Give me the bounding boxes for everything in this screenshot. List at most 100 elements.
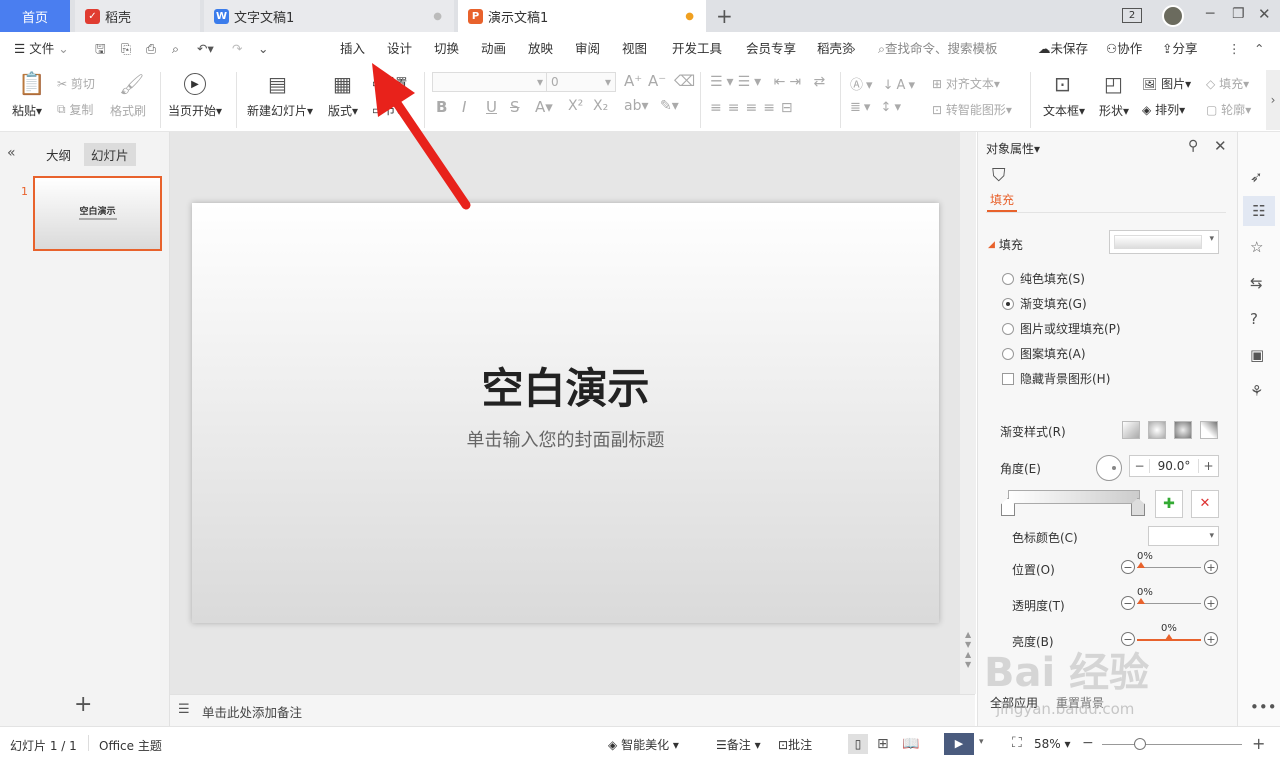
copy-button[interactable]: ⧉ 复制 (57, 101, 93, 118)
radio-pattern[interactable] (1002, 347, 1014, 360)
undo-icon[interactable]: ↶▾ (197, 40, 214, 58)
transparency-minus[interactable]: − (1121, 596, 1135, 610)
collab-button[interactable]: ⚇协作 (1106, 40, 1142, 58)
paste-button[interactable]: 粘贴 ▾ (12, 102, 42, 119)
menu-tab-developer[interactable]: 开发工具 (672, 40, 722, 58)
menu-tab-view[interactable]: 视图 (622, 40, 647, 58)
angle-increment[interactable]: + (1198, 459, 1218, 473)
format-painter-button[interactable]: 格式刷 (110, 102, 146, 119)
picture-button[interactable]: 🖼 图片 ▾ (1142, 75, 1191, 92)
font-grow-icon[interactable]: A⁺ (624, 72, 642, 90)
beautify-button[interactable]: ◈ 智能美化 ▾ (608, 736, 679, 753)
new-tab-button[interactable]: + (716, 4, 733, 28)
angle-dial[interactable] (1096, 455, 1122, 481)
pattern-fill-option[interactable]: 图案填充(A) (1002, 345, 1086, 362)
subscript-icon[interactable]: X₂ (593, 98, 608, 114)
superscript-icon[interactable]: X² (568, 98, 583, 114)
panel-header[interactable]: 对象属性 ▾ (986, 140, 1040, 157)
hide-bg-checkbox[interactable] (1002, 372, 1014, 385)
vertical-scrollbar[interactable]: ▲ ▼ ▲ ▼ (960, 132, 976, 694)
slide-thumbnail[interactable]: 空白演示 (33, 176, 162, 251)
gradient-style-path[interactable] (1200, 421, 1218, 439)
export-icon[interactable]: ⎘ (121, 40, 131, 58)
paste-icon[interactable]: 📋 (18, 72, 45, 97)
image-tool-icon[interactable]: ▣ (1250, 346, 1264, 364)
shape-button[interactable]: 形状 ▾ (1099, 102, 1129, 119)
position-slider[interactable]: − 0% + (1121, 551, 1219, 576)
list-icons[interactable]: ☰▾☰▾ ⇤⇥ ⇄ (710, 74, 829, 90)
print-icon[interactable]: ⎙ (146, 40, 156, 58)
zoom-in-icon[interactable]: + (1252, 734, 1265, 753)
gradient-style-linear[interactable] (1122, 421, 1140, 439)
underline-icon[interactable]: U (486, 98, 497, 116)
theme-name[interactable]: Office 主题 (99, 737, 162, 754)
notes-bar[interactable]: ☰ 单击此处添加备注 (170, 694, 975, 726)
cut-button[interactable]: ✂ 剪切 (57, 75, 95, 92)
bulb-icon[interactable]: ⚘ (1250, 382, 1263, 400)
fill-button[interactable]: ◇ 填充 ▾ (1206, 75, 1249, 92)
font-shrink-icon[interactable]: A⁻ (648, 72, 666, 90)
fill-tab[interactable]: 填充 (990, 191, 1014, 208)
outline-button[interactable]: ▢ 轮廓 ▾ (1206, 101, 1251, 118)
position-thumb[interactable] (1137, 562, 1145, 568)
add-stop-icon[interactable]: ✚ (1155, 490, 1183, 518)
stop-color-select[interactable]: ▾ (1148, 526, 1219, 546)
highlight-icon[interactable]: ✎▾ (660, 98, 679, 114)
normal-view-icon[interactable]: ▯ (848, 734, 868, 754)
tab-daoke[interactable]: ✓ 稻壳 (75, 0, 200, 32)
fill-preview-select[interactable]: ▾ (1109, 230, 1219, 254)
rocket-icon[interactable]: ➶ (1250, 168, 1263, 186)
tab-present[interactable]: P 演示文稿1 ● (458, 0, 706, 32)
play-slideshow-button[interactable]: ▶ (944, 733, 974, 755)
zoom-select[interactable]: 58% ▾ (1034, 737, 1071, 751)
pin-icon[interactable]: ⚲ (1188, 138, 1198, 154)
arrange-button[interactable]: ◈ 排列 ▾ (1142, 101, 1185, 118)
layout-button[interactable]: 版式 ▾ (328, 102, 358, 119)
collapse-ribbon-icon[interactable]: ⌃ (1254, 40, 1264, 58)
brightness-plus[interactable]: + (1204, 632, 1218, 646)
more-icon[interactable]: ⋮ (1228, 40, 1241, 58)
chevron-right-icon[interactable]: › (851, 40, 856, 58)
align-icons[interactable]: ≡≡≡≡⊟ (710, 100, 799, 116)
ribbon-scroll-right[interactable]: › (1266, 70, 1280, 130)
outline-tab[interactable]: 大纲 (46, 145, 71, 164)
font-color-icon[interactable]: A▾ (535, 98, 553, 116)
help-icon[interactable]: ? (1250, 310, 1258, 328)
reading-view-icon[interactable]: 📖 (902, 736, 919, 752)
angle-value[interactable]: 90.0° (1150, 459, 1198, 473)
tab-writer[interactable]: W 文字文稿1 ● (204, 0, 454, 32)
brightness-thumb[interactable] (1165, 634, 1173, 640)
solid-fill-option[interactable]: 纯色填充(S) (1002, 270, 1085, 287)
restore-icon[interactable]: ❐ (1232, 6, 1245, 22)
menu-tab-slideshow[interactable]: 放映 (528, 40, 553, 58)
more-dots-icon[interactable]: ••• (1250, 698, 1277, 716)
unsaved-button[interactable]: ☁未保存 (1038, 40, 1088, 58)
transparency-plus[interactable]: + (1204, 596, 1218, 610)
slide[interactable]: 空白演示 单击输入您的封面副标题 (192, 203, 939, 623)
minimize-icon[interactable]: ─ (1206, 6, 1214, 22)
window-count-badge[interactable]: 2 (1122, 8, 1142, 23)
play-current-button[interactable]: 当页开始 ▾ (168, 102, 222, 119)
picture-fill-option[interactable]: 图片或纹理填充(P) (1002, 320, 1121, 337)
align-text-button[interactable]: ⊞ 对齐文本 ▾ (932, 75, 1000, 92)
radio-gradient[interactable] (1002, 297, 1014, 310)
gradient-bar[interactable] (1008, 490, 1140, 504)
share-button[interactable]: ⇪分享 (1162, 40, 1198, 58)
notes-toggle[interactable]: ☰备注 ▾ (716, 736, 761, 753)
close-icon[interactable]: ✕ (1258, 5, 1271, 23)
textbox-button[interactable]: 文本框 ▾ (1043, 102, 1085, 119)
transparency-slider[interactable]: − 0% + (1121, 587, 1219, 612)
new-slide-button[interactable]: 新建幻灯片 ▾ (247, 102, 313, 119)
fill-bucket-icon[interactable]: ⛉ (992, 165, 1006, 186)
slide-subtitle[interactable]: 单击输入您的封面副标题 (192, 426, 939, 452)
slide-title[interactable]: 空白演示 (192, 355, 939, 416)
save-icon[interactable]: 🖫 (95, 40, 106, 58)
radio-picture[interactable] (1002, 322, 1014, 335)
menu-tab-animation[interactable]: 动画 (481, 40, 506, 58)
menu-tab-member[interactable]: 会员专享 (746, 40, 796, 58)
search-box[interactable]: ⌕查找命令、搜索模板 (878, 40, 998, 58)
star-icon[interactable]: ☆ (1250, 238, 1263, 256)
gradient-fill-option[interactable]: 渐变填充(G) (1002, 295, 1087, 312)
replace-icon[interactable]: ⇆ (1250, 274, 1263, 292)
tab-home[interactable]: 首页 (0, 0, 70, 32)
